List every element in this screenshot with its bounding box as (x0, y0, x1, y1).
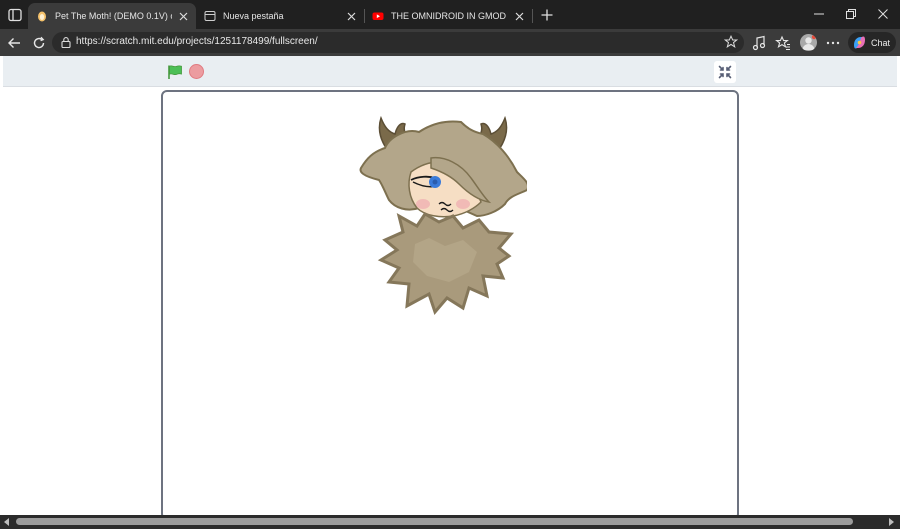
tab-title: THE OMNIDROID IN GMOD | Gmod (391, 11, 508, 21)
more-options-icon[interactable] (824, 34, 842, 52)
minimize-icon[interactable] (804, 2, 834, 26)
scroll-right-arrow-icon[interactable] (886, 517, 896, 527)
green-flag-icon[interactable] (167, 64, 183, 80)
page-viewport (3, 56, 897, 520)
horizontal-scrollbar[interactable] (0, 515, 900, 529)
star-icon[interactable] (723, 34, 739, 49)
chat-label: Chat (871, 37, 891, 48)
tab-nueva-pestana[interactable]: Nueva pestaña (196, 3, 364, 29)
exit-fullscreen-icon[interactable] (714, 61, 736, 83)
favorites-icon[interactable] (774, 34, 792, 52)
browser-toolbar: https://scratch.mit.edu/projects/1251178… (0, 29, 900, 56)
url-text[interactable]: https://scratch.mit.edu/projects/1251178… (76, 36, 318, 47)
player-controls-bar (3, 56, 897, 87)
project-stage[interactable] (161, 90, 739, 520)
tab-title: Pet The Moth! (DEMO 0.1V) on Scr (55, 11, 172, 21)
site-info-icon[interactable] (60, 36, 72, 49)
browser-titlebar: Pet The Moth! (DEMO 0.1V) on Scr Nueva p… (0, 0, 900, 29)
new-tab-page-icon (204, 10, 216, 22)
scroll-left-arrow-icon[interactable] (2, 517, 12, 527)
sidebar-toggle-icon[interactable] (6, 6, 24, 24)
reload-icon[interactable] (29, 33, 49, 53)
avatar[interactable] (800, 34, 817, 51)
address-bar[interactable]: https://scratch.mit.edu/projects/1251178… (52, 32, 744, 53)
copilot-chat-button[interactable]: Chat (848, 32, 896, 53)
youtube-icon (372, 10, 384, 22)
scratch-cat-icon (36, 10, 48, 22)
scrollbar-thumb[interactable] (16, 518, 853, 525)
new-tab-plus-icon[interactable] (538, 6, 556, 24)
copilot-icon (852, 35, 867, 50)
restore-icon[interactable] (836, 2, 866, 26)
close-tab-icon[interactable] (176, 9, 190, 23)
close-tab-icon[interactable] (512, 9, 526, 23)
read-aloud-icon[interactable] (750, 34, 768, 52)
tab-omnidroid-gmod[interactable]: THE OMNIDROID IN GMOD | Gmod (364, 3, 532, 29)
tab-title: Nueva pestaña (223, 11, 284, 21)
back-arrow-icon[interactable] (4, 33, 24, 53)
moth-character-sprite[interactable] (359, 112, 529, 322)
close-window-icon[interactable] (868, 2, 898, 26)
close-tab-icon[interactable] (344, 9, 358, 23)
stop-sign-icon[interactable] (189, 64, 204, 79)
tab-pet-the-moth[interactable]: Pet The Moth! (DEMO 0.1V) on Scr (28, 3, 196, 29)
tab-separator (532, 9, 533, 23)
